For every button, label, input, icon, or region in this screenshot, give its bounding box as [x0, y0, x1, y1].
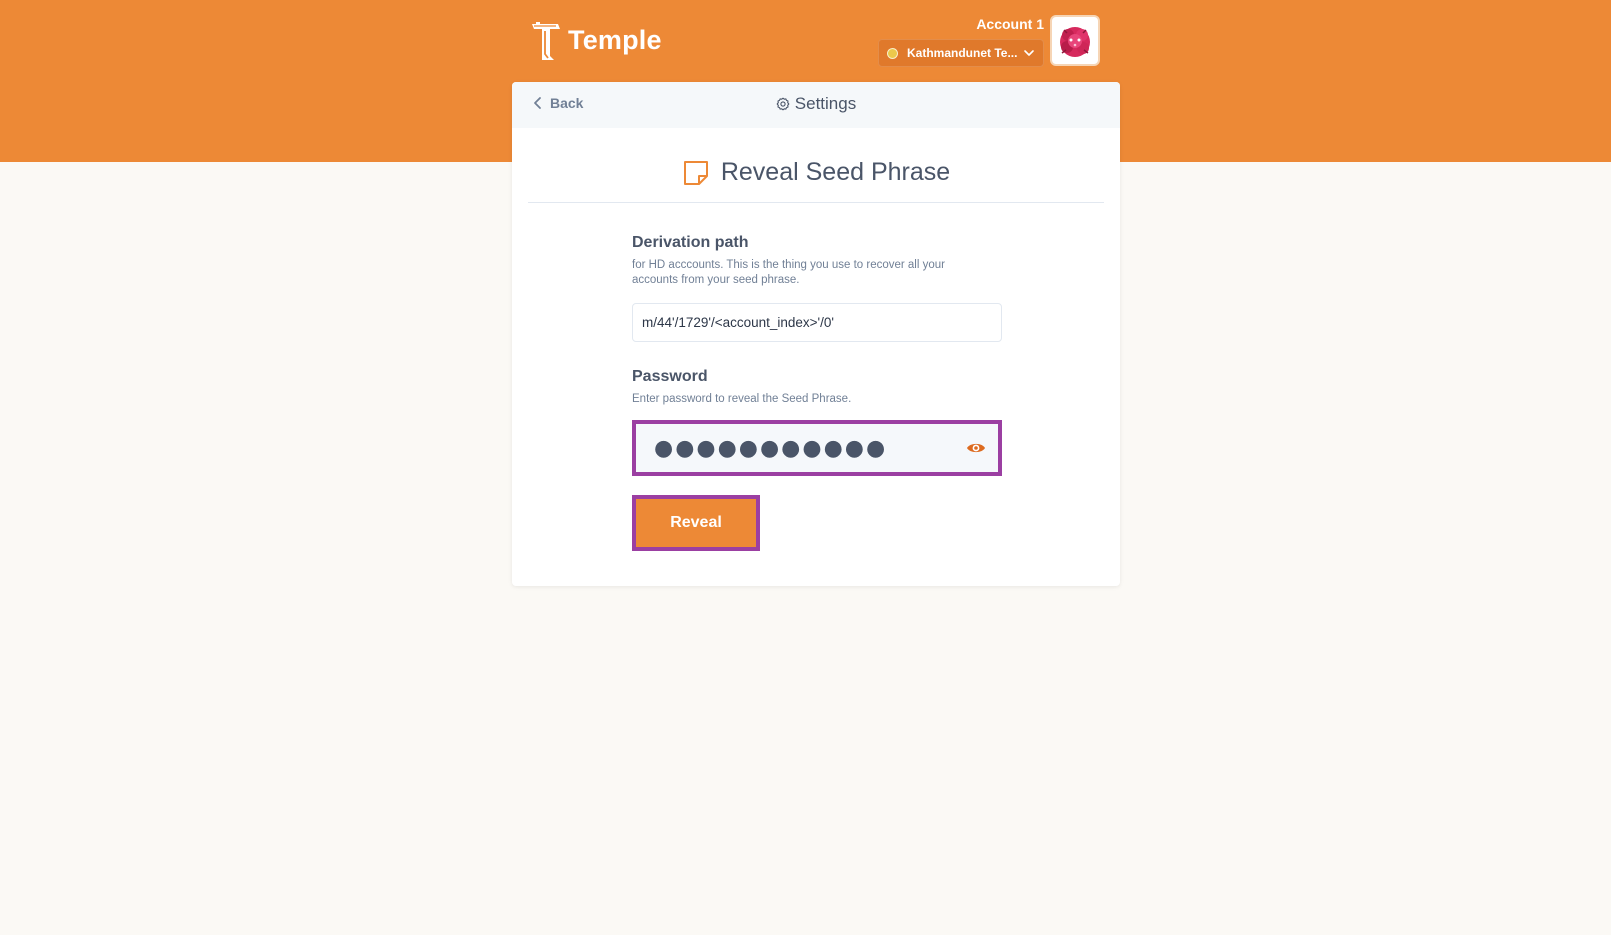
password-label: Password	[632, 368, 708, 385]
account-name[interactable]: Account 1	[976, 16, 1044, 32]
temple-logo-icon	[532, 22, 560, 60]
sticky-note-icon	[683, 160, 708, 185]
page-title: Settings	[512, 94, 1120, 114]
card-topbar: Back Settings	[512, 82, 1120, 128]
gear-icon	[776, 97, 790, 111]
brand-logo[interactable]: Temple	[528, 18, 662, 62]
password-description: Enter password to reveal the Seed Phrase…	[632, 393, 852, 405]
password-field	[632, 420, 1002, 476]
section-heading: Reveal Seed Phrase	[512, 158, 1120, 187]
network-label: Kathmandunet Te...	[907, 46, 1017, 60]
password-section: Password Enter password to reveal the Se…	[632, 368, 1002, 476]
reveal-seed-form: Derivation path for HD acccounts. This i…	[632, 234, 1002, 551]
derivation-path-description: for HD acccounts. This is the thing you …	[632, 259, 945, 286]
header: Temple Account 1 Kathmandunet Te...	[512, 0, 1120, 82]
page-title-label: Settings	[794, 94, 857, 113]
network-selector[interactable]: Kathmandunet Te...	[878, 39, 1044, 67]
account-avatar[interactable]	[1050, 15, 1100, 66]
password-input[interactable]	[636, 424, 998, 472]
network-status-dot	[887, 47, 898, 59]
chevron-down-icon	[1024, 50, 1034, 56]
identicon-icon	[1060, 26, 1090, 57]
reveal-button[interactable]: Reveal	[632, 495, 760, 551]
derivation-path-input[interactable]	[632, 303, 1002, 342]
eye-icon[interactable]	[966, 440, 986, 456]
section-heading-text: Reveal Seed Phrase	[720, 158, 951, 186]
heading-divider	[528, 202, 1104, 203]
settings-card: Back Settings Reveal Seed Phrase Derivat…	[512, 82, 1120, 586]
brand-name: Temple	[568, 24, 662, 55]
derivation-path-label: Derivation path	[632, 234, 749, 251]
